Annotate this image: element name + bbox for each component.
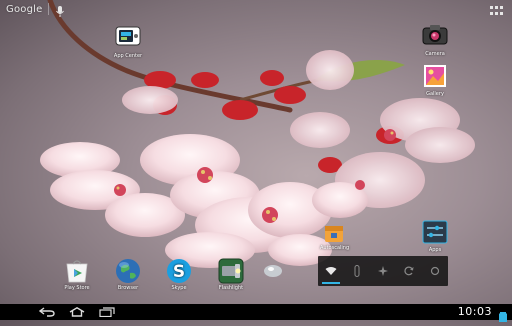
navigation-bar: 10:03 (0, 304, 512, 322)
recent-apps-icon (99, 307, 115, 317)
water-drop-shortcut[interactable] (262, 262, 284, 279)
battery-icon[interactable] (496, 307, 510, 322)
wifi-toggle[interactable] (318, 256, 344, 286)
back-icon (39, 307, 55, 317)
browser-shortcut[interactable]: Browser (112, 258, 144, 291)
apps-widget-shortcut[interactable]: Apps (420, 220, 450, 253)
gallery-shortcut[interactable]: Gallery (420, 64, 450, 97)
gps-icon (378, 266, 388, 276)
recent-apps-button[interactable] (96, 306, 118, 318)
water-drop-icon (263, 262, 283, 278)
gps-toggle[interactable] (370, 256, 396, 286)
apps-widget-label: Apps (428, 247, 442, 253)
gallery-icon (422, 64, 448, 90)
bluetooth-toggle[interactable] (344, 256, 370, 286)
app-center-icon (115, 26, 141, 52)
skype-shortcut[interactable]: S Skype (164, 258, 194, 291)
wifi-icon (325, 267, 337, 275)
sync-icon (404, 266, 414, 276)
svg-text:S: S (173, 262, 185, 282)
auto-sync-toggle[interactable] (396, 256, 422, 286)
home-button[interactable] (66, 306, 88, 318)
brightness-toggle[interactable] (422, 256, 448, 286)
globe-icon (115, 258, 141, 284)
brightness-icon (430, 266, 440, 276)
unknown-app-shortcut[interactable]: Autoscaling (320, 222, 350, 251)
skype-label: Skype (171, 285, 187, 291)
camera-label: Camera (425, 51, 445, 57)
play-store-icon (64, 258, 90, 284)
package-icon (323, 222, 345, 244)
unknown-app-label: Autoscaling (320, 245, 350, 251)
google-search-bar[interactable]: Google (6, 3, 65, 17)
app-center-label: App Center (113, 53, 143, 59)
bluetooth-icon (354, 265, 360, 277)
skype-icon: S (166, 258, 192, 284)
play-store-label: Play Store (64, 285, 90, 291)
browser-label: Browser (117, 285, 139, 291)
play-store-shortcut[interactable]: Play Store (60, 258, 94, 291)
search-divider (48, 3, 50, 15)
all-apps-icon[interactable] (490, 6, 504, 16)
app-center-shortcut[interactable]: App Center (112, 26, 144, 59)
camera-icon (422, 24, 448, 50)
flashlight-shortcut[interactable]: Flashlight (214, 258, 248, 291)
google-search-label[interactable]: Google (6, 4, 42, 15)
gallery-label: Gallery (426, 91, 444, 97)
quick-settings-widget (318, 256, 448, 286)
flashlight-label: Flashlight (218, 285, 244, 291)
home-icon (69, 307, 85, 317)
flashlight-icon (218, 258, 244, 284)
status-clock[interactable]: 10:03 (458, 305, 492, 318)
mic-icon[interactable] (55, 3, 65, 17)
camera-shortcut[interactable]: Camera (420, 24, 450, 57)
settings-sliders-icon (422, 220, 448, 246)
back-button[interactable] (36, 306, 58, 318)
